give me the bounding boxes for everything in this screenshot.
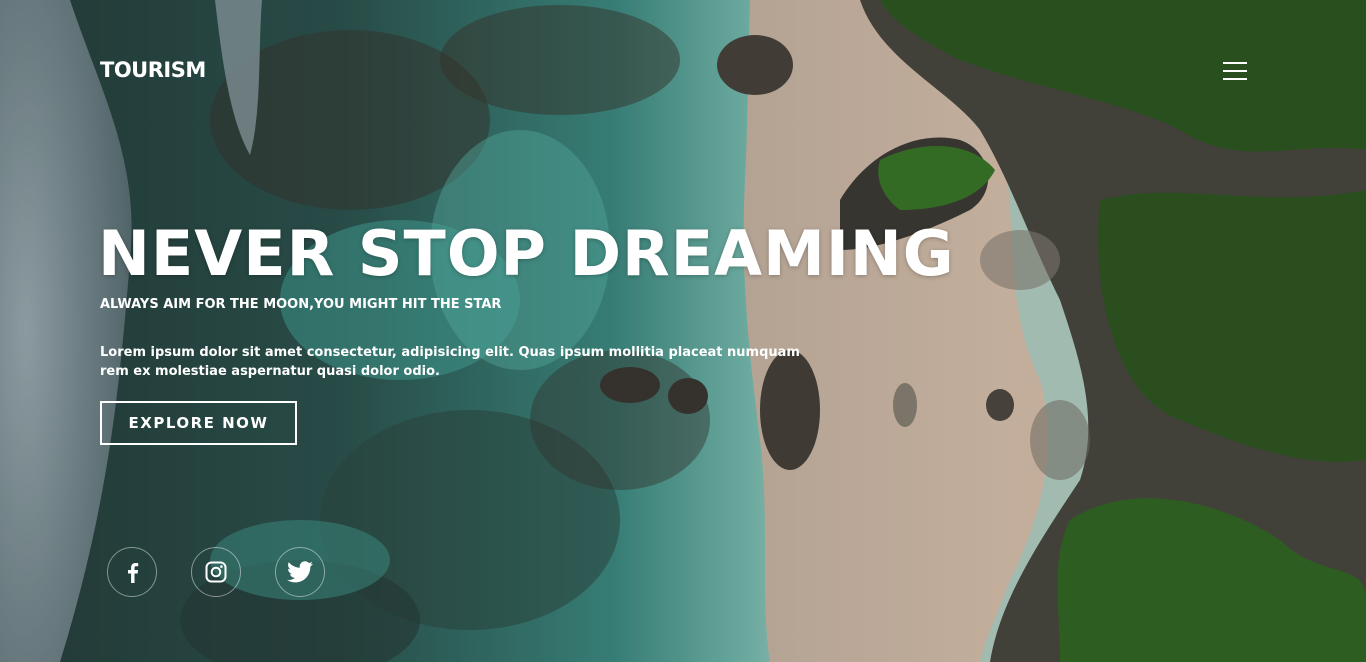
hero-title: NEVER STOP DREAMING	[98, 217, 955, 290]
hamburger-menu-icon[interactable]	[1222, 60, 1250, 82]
hero-subtitle: ALWAYS AIM FOR THE MOON,YOU MIGHT HIT TH…	[100, 297, 502, 312]
twitter-icon	[287, 561, 313, 583]
site-logo[interactable]: TOURISM	[100, 58, 206, 82]
facebook-link[interactable]	[107, 547, 157, 597]
twitter-link[interactable]	[275, 547, 325, 597]
hero-description: Lorem ipsum dolor sit amet consectetur, …	[100, 345, 800, 379]
facebook-icon	[128, 563, 139, 583]
instagram-link[interactable]	[191, 547, 241, 597]
instagram-icon	[205, 561, 227, 583]
explore-now-button[interactable]: EXPLORE NOW	[100, 401, 297, 445]
